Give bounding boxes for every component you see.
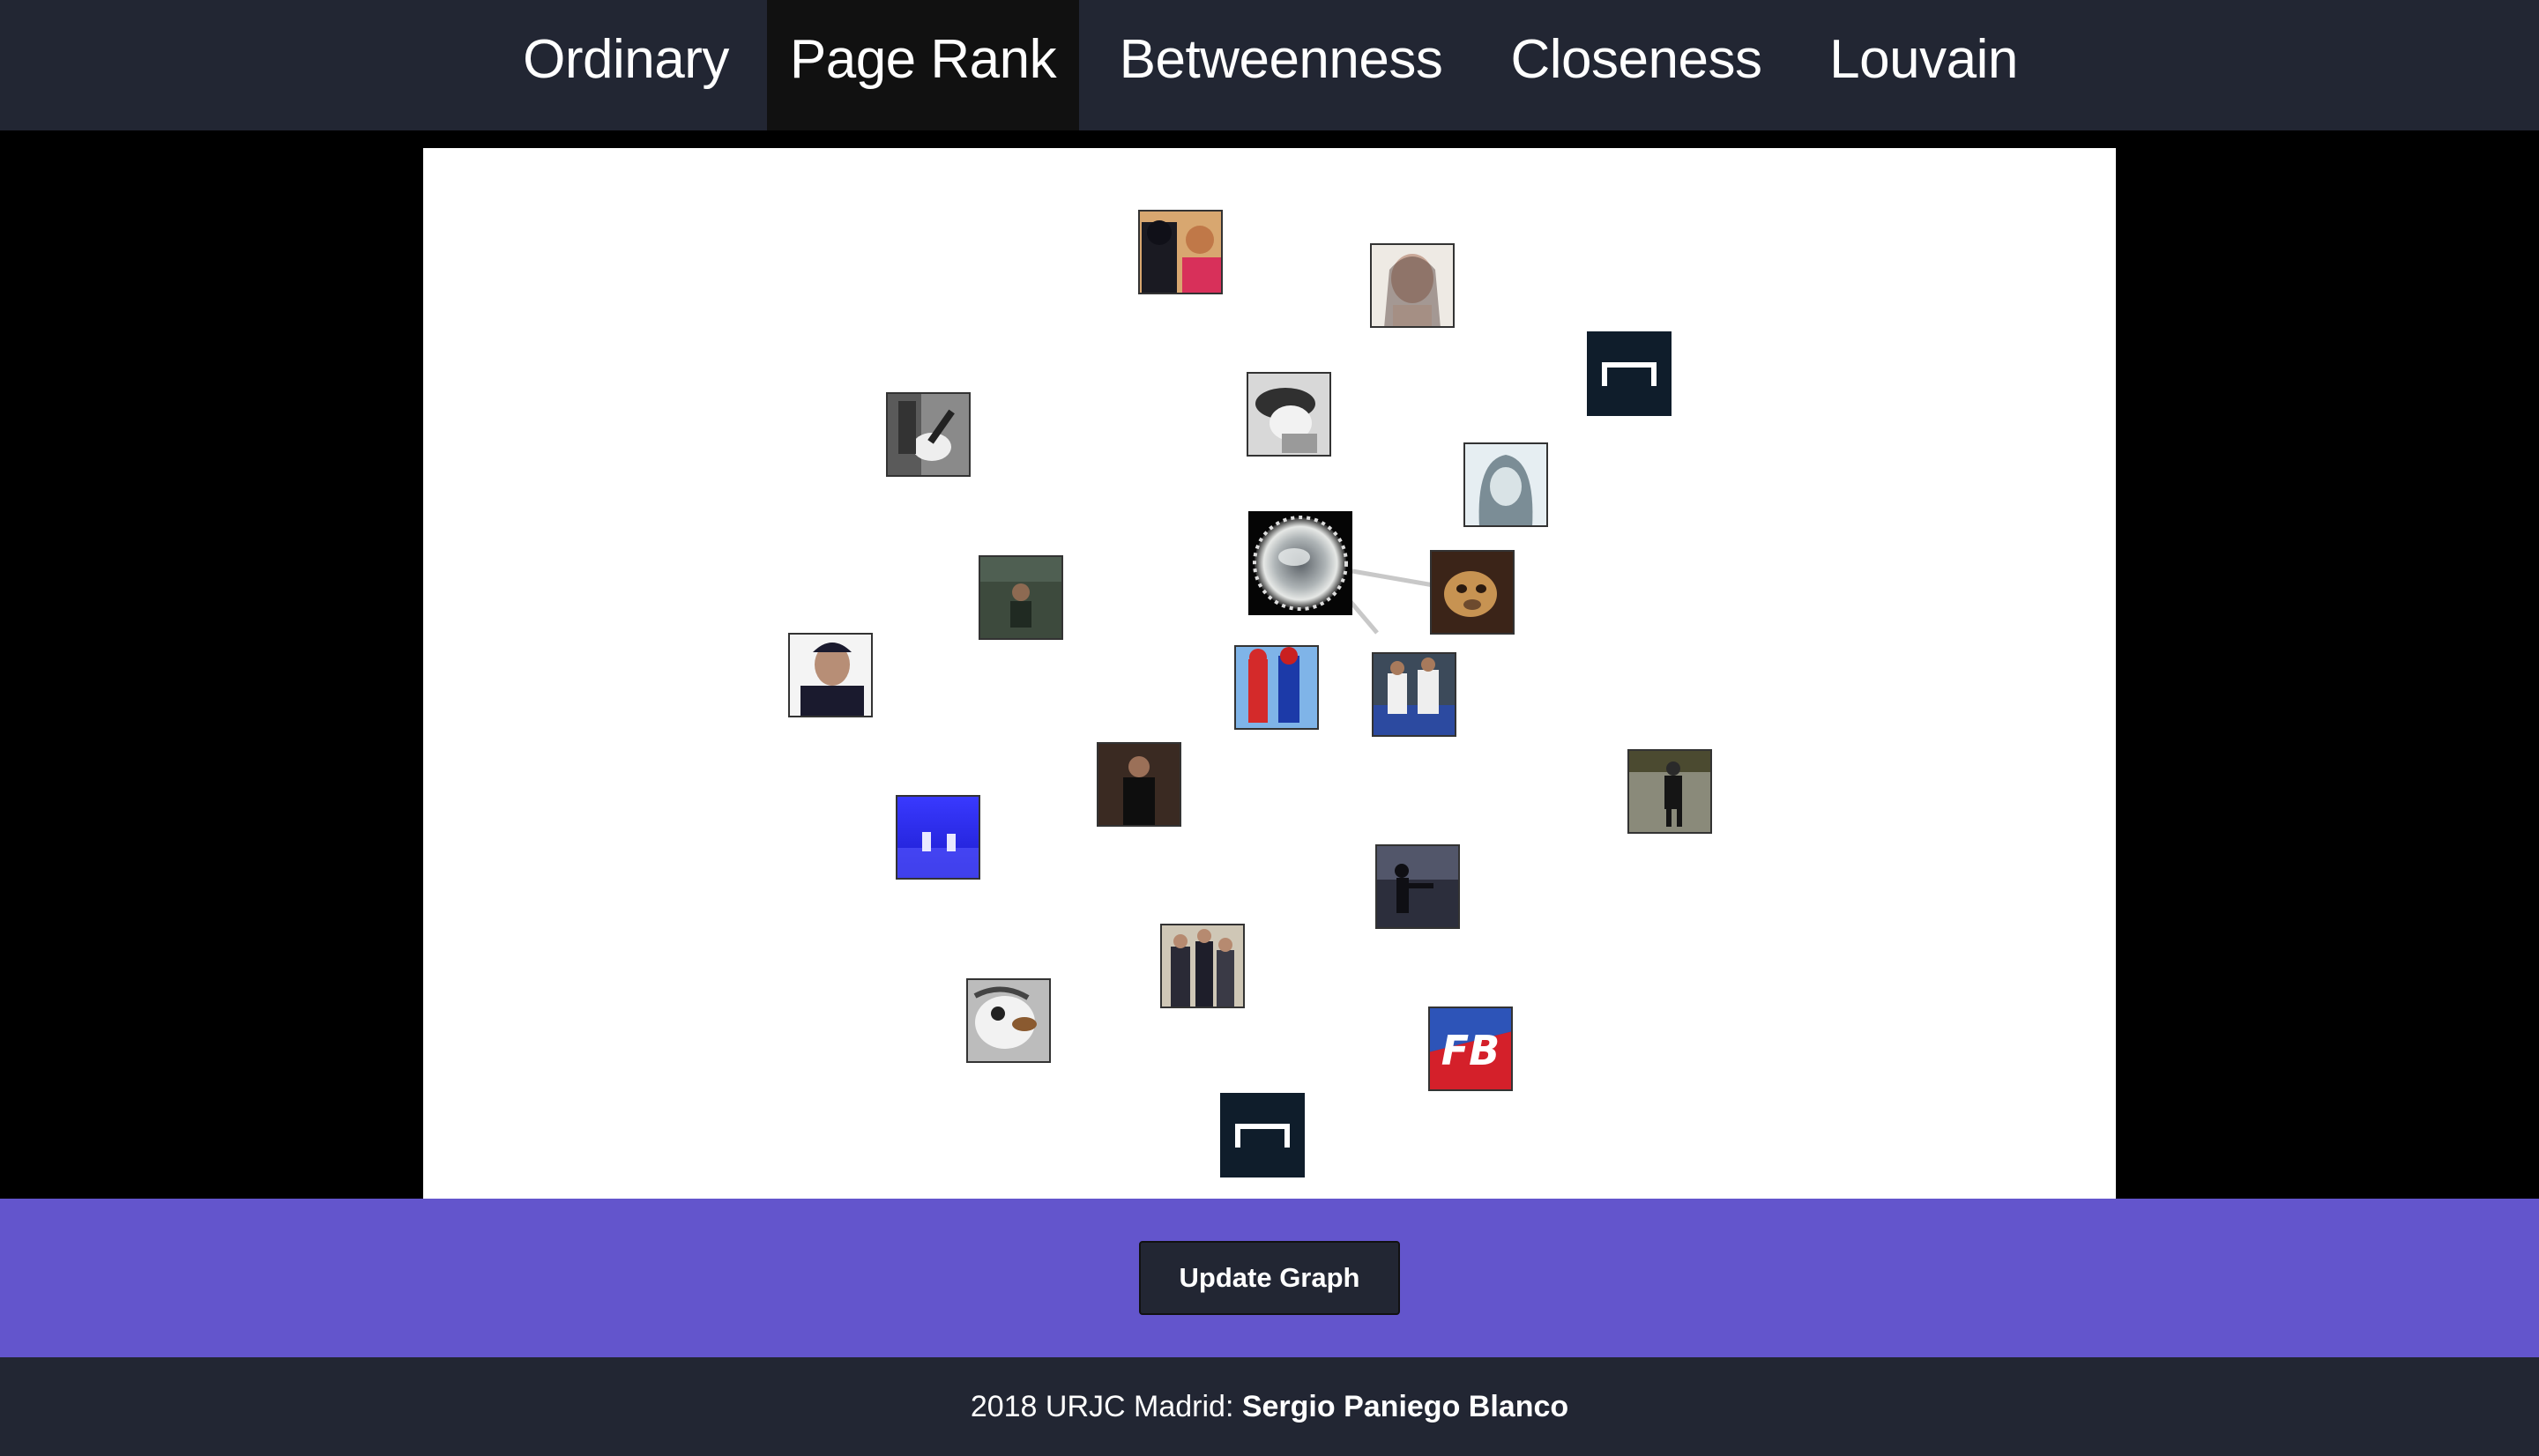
graph-node[interactable]	[1375, 844, 1460, 929]
graph-node[interactable]	[1430, 550, 1515, 635]
tab-closeness[interactable]: Closeness	[1488, 0, 1784, 130]
graph-node[interactable]	[1138, 210, 1223, 294]
graph-node[interactable]	[1234, 645, 1319, 730]
graph-node[interactable]	[1587, 331, 1672, 416]
graph-node[interactable]	[1372, 652, 1456, 737]
tab-louvain[interactable]: Louvain	[1804, 0, 2044, 130]
graph-node[interactable]	[1160, 924, 1245, 1008]
graph-edge	[1351, 568, 1434, 588]
graph-node[interactable]	[1097, 742, 1181, 827]
graph-node[interactable]	[788, 633, 873, 717]
graph-area: FB	[0, 130, 2539, 1199]
graph-node[interactable]	[1627, 749, 1712, 834]
graph-node[interactable]	[979, 555, 1063, 640]
footer: 2018 URJC Madrid: Sergio Paniego Blanco	[0, 1357, 2539, 1456]
graph-svg[interactable]: FB	[423, 148, 2116, 1199]
top-navbar: Ordinary Page Rank Betweenness Closeness…	[0, 0, 2539, 130]
graph-node[interactable]	[896, 795, 980, 880]
graph-node[interactable]	[1220, 1093, 1305, 1177]
graph-node[interactable]	[1370, 243, 1455, 328]
footer-prefix: 2018 URJC Madrid:	[970, 1390, 1242, 1423]
graph-node[interactable]: FB	[1428, 1007, 1513, 1091]
nav-tabs: Ordinary Page Rank Betweenness Closeness…	[0, 0, 2539, 130]
graph-node[interactable]	[1463, 442, 1548, 527]
action-bar: Update Graph	[0, 1199, 2539, 1357]
tab-page-rank[interactable]: Page Rank	[767, 0, 1079, 130]
graph-canvas[interactable]: FB	[423, 148, 2116, 1199]
graph-node[interactable]	[1248, 511, 1352, 615]
tab-ordinary[interactable]: Ordinary	[503, 0, 749, 130]
fb-logo-text: FB	[1441, 1027, 1500, 1074]
update-graph-button[interactable]: Update Graph	[1139, 1241, 1400, 1315]
graph-node[interactable]	[966, 978, 1051, 1063]
graph-node[interactable]	[1247, 372, 1331, 457]
footer-author: Sergio Paniego Blanco	[1241, 1390, 1569, 1423]
tab-betweenness[interactable]: Betweenness	[1091, 0, 1471, 130]
graph-node[interactable]	[886, 392, 971, 477]
